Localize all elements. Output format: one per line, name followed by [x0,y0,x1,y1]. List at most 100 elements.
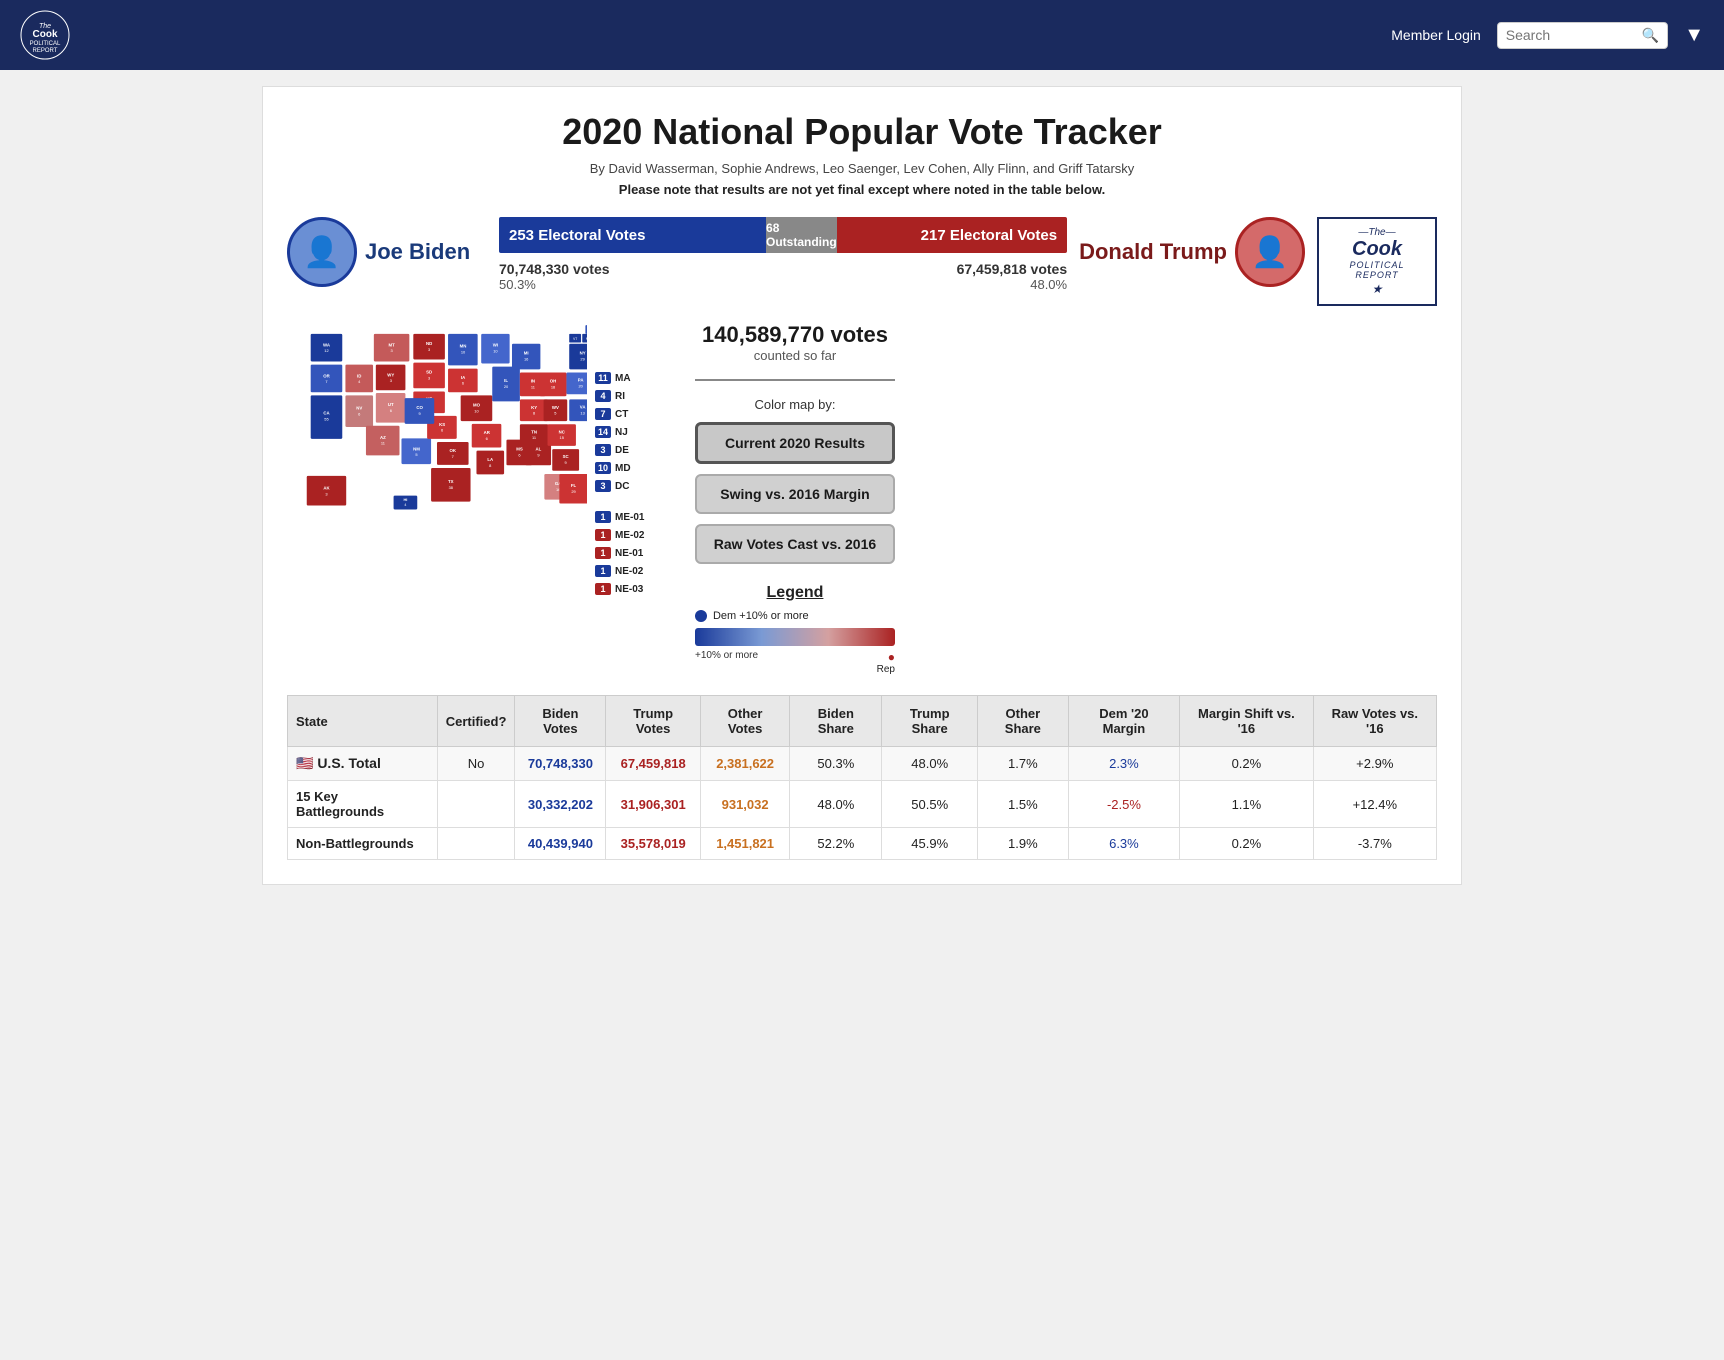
col-certified: Certified? [437,696,515,747]
state-id [345,365,373,393]
cell-state: 🇺🇸 U.S. Total [288,747,438,781]
small-state-dc: 3 DC [595,480,675,492]
table-row: Non-Battlegrounds 40,439,940 35,578,019 … [288,828,1437,860]
ne03-num: 1 [595,583,611,595]
legend-labels: +10% or more ● [695,650,895,664]
header: The Cook POLITICAL REPORT Member Login 🔍… [0,0,1724,70]
cook-logo-line2: Cook [1352,238,1402,260]
svg-text:MI: MI [524,350,529,355]
cook-logo-line3: POLITICAL [1349,260,1404,270]
svg-text:HI: HI [403,497,407,502]
trump-vote-info: 67,459,818 votes 48.0% [957,261,1068,292]
raw-votes-cast-button[interactable]: Raw Votes Cast vs. 2016 [695,524,895,564]
state-me [585,325,587,334]
svg-text:Cook: Cook [33,29,58,40]
svg-text:4: 4 [404,503,406,507]
svg-text:WY: WY [387,372,394,377]
col-biden-share: Biden Share [790,696,882,747]
small-state-ne02: 1 NE-02 [595,565,675,577]
dc-name: DC [615,481,629,492]
small-state-ct: 7 CT [595,408,675,420]
svg-text:AK: AK [323,485,330,490]
cell-other-votes: 2,381,622 [700,747,789,781]
cell-trump-votes: 35,578,019 [606,828,701,860]
svg-text:NM: NM [413,446,420,451]
svg-text:9: 9 [419,411,421,416]
svg-text:AZ: AZ [380,435,386,440]
small-state-nj: 14 NJ [595,426,675,438]
ne02-name: NE-02 [615,566,643,577]
svg-text:OR: OR [323,373,330,378]
cell-biden-votes: 40,439,940 [515,828,606,860]
legend-dem: Dem +10% or more [695,610,895,622]
member-login-link[interactable]: Member Login [1391,27,1481,43]
cell-trump-share: 48.0% [882,747,978,781]
svg-text:FL: FL [571,483,577,488]
us-map: WA 12 OR 7 CA 55 ID 4 NV [287,322,587,511]
svg-text:KY: KY [531,405,537,410]
cook-logo-star: ★ [1372,282,1383,296]
svg-text:PA: PA [578,378,585,383]
map-container: WA 12 OR 7 CA 55 ID 4 NV [287,322,587,675]
header-right: Member Login 🔍 ▼ [1391,22,1704,49]
search-input[interactable] [1506,27,1636,43]
table-header-row: State Certified? Biden Votes Trump Votes… [288,696,1437,747]
small-state-me01: 1 ME-01 [595,511,675,523]
svg-text:CO: CO [416,405,423,410]
swing-vs-2016-button[interactable]: Swing vs. 2016 Margin [695,474,895,514]
state-wv [544,399,568,421]
svg-text:11: 11 [531,384,535,389]
cell-biden-share: 52.2% [790,828,882,860]
biden-info: Joe Biden [365,239,470,265]
svg-text:TN: TN [531,429,537,434]
svg-text:TX: TX [448,479,454,484]
svg-text:LA: LA [487,457,494,462]
cell-biden-votes: 30,332,202 [515,781,606,828]
disclaimer-text: Please note that results are not yet fin… [287,182,1437,197]
svg-text:AR: AR [484,430,491,435]
biden-bar: 253 Electoral Votes [499,217,766,253]
authors-text: By David Wasserman, Sophie Andrews, Leo … [287,161,1437,176]
electoral-bar-container: 253 Electoral Votes 68 Outstanding 217 E… [499,217,1067,292]
cook-report-logo: The Cook POLITICAL REPORT [20,10,70,60]
col-biden-votes: Biden Votes [515,696,606,747]
table-row: 15 Key Battlegrounds 30,332,202 31,906,3… [288,781,1437,828]
svg-text:ND: ND [426,341,432,346]
main-content: 2020 National Popular Vote Tracker By Da… [262,86,1462,885]
trump-bar: 217 Electoral Votes [837,217,1067,253]
total-votes-counted: 140,589,770 votes [695,322,895,348]
cell-trump-share: 50.5% [882,781,978,828]
trump-avatar: 👤 [1235,217,1305,287]
me01-name: ME-01 [615,512,644,523]
small-state-ri: 4 RI [595,390,675,402]
cell-margin-shift: 0.2% [1180,828,1313,860]
cell-raw-votes: +12.4% [1313,781,1436,828]
cook-logo-line4: REPORT [1355,270,1398,280]
table-body: 🇺🇸 U.S. Total No 70,748,330 67,459,818 2… [288,747,1437,860]
svg-text:OH: OH [550,378,557,383]
svg-text:WV: WV [552,405,559,410]
cook-logo-right: —The— Cook POLITICAL REPORT ★ [1317,217,1437,306]
cell-margin-shift: 1.1% [1180,781,1313,828]
candidate-row: 👤 Joe Biden 253 Electoral Votes 68 Outst… [287,217,1437,306]
ri-name: RI [615,391,625,402]
small-state-ne01: 1 NE-01 [595,547,675,559]
cell-biden-share: 48.0% [790,781,882,828]
current-2020-results-button[interactable]: Current 2020 Results [695,422,895,464]
small-state-md: 10 MD [595,462,675,474]
ne03-name: NE-03 [615,584,643,595]
me02-name: ME-02 [615,530,644,541]
col-state: State [288,696,438,747]
outstanding-bar: 68 Outstanding [766,217,837,253]
svg-text:NH: NH [586,337,587,341]
small-state-ma: 11 MA [595,372,675,384]
me02-num: 1 [595,529,611,541]
svg-text:SC: SC [563,454,569,459]
svg-text:29: 29 [571,489,575,494]
col-other-votes: Other Votes [700,696,789,747]
trump-vote-count: 67,459,818 votes [957,261,1068,277]
nav-dropdown-arrow[interactable]: ▼ [1684,24,1704,47]
legend-dem-label: Dem +10% or more [713,610,809,622]
cell-other-votes: 1,451,821 [700,828,789,860]
de-name: DE [615,445,629,456]
